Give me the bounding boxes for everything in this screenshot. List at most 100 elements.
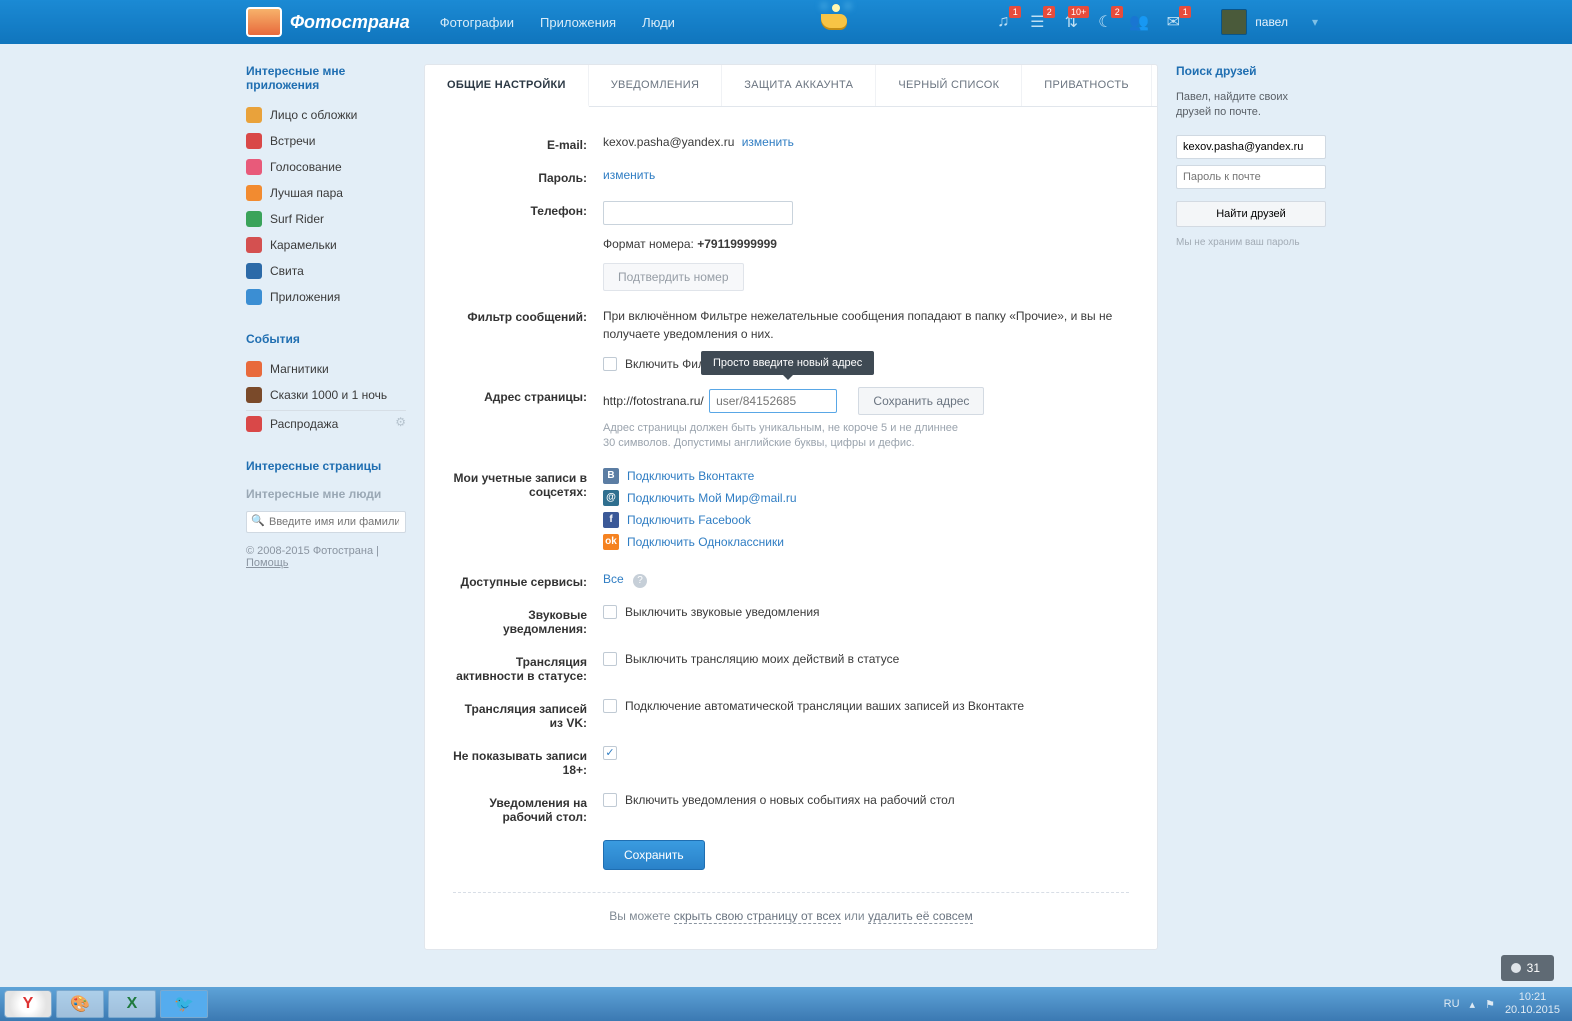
tab-security[interactable]: ЗАЩИТА АККАУНТА	[722, 65, 876, 106]
sidebar-item-cover-face[interactable]: Лицо с обложки	[246, 102, 406, 128]
vk-icon: B	[603, 468, 619, 484]
sidebar-search-input[interactable]	[246, 511, 406, 533]
sidebar-item-voting[interactable]: Голосование	[246, 154, 406, 180]
adult-label: Не показывать записи 18+:	[453, 746, 603, 777]
services-value-link[interactable]: Все	[603, 572, 624, 586]
sidebar-item-surf-rider[interactable]: Surf Rider	[246, 206, 406, 232]
bottom-actions: Вы можете скрыть свою страницу от всех и…	[453, 909, 1129, 923]
desktop-checkbox[interactable]	[603, 793, 617, 807]
sidebar-item-caramel[interactable]: Карамельки	[246, 232, 406, 258]
top-bar: Фотострана Фотографии Приложения Люди ♫1…	[0, 0, 1572, 44]
friends-email-input[interactable]	[1176, 135, 1326, 159]
sidebar-item-svita[interactable]: Свита	[246, 258, 406, 284]
phone-input[interactable]	[603, 201, 793, 225]
taskbar-paint-button[interactable]: 🎨	[56, 990, 104, 1018]
connect-mailru-link[interactable]: Подключить Мой Мир@mail.ru	[627, 491, 797, 505]
floating-counter[interactable]: 31	[1501, 955, 1554, 981]
music-badge: 1	[1009, 6, 1021, 18]
settings-card: ОБЩИЕ НАСТРОЙКИ УВЕДОМЛЕНИЯ ЗАЩИТА АККАУ…	[424, 64, 1158, 950]
friends-search-title: Поиск друзей	[1176, 64, 1326, 78]
save-address-button[interactable]: Сохранить адрес	[858, 387, 984, 415]
tray-up-icon[interactable]: ▴	[1470, 998, 1476, 1011]
help-icon[interactable]: ?	[633, 574, 647, 588]
friends-password-input[interactable]	[1176, 165, 1326, 189]
filter-checkbox[interactable]	[603, 357, 617, 371]
event-icon	[246, 361, 262, 377]
filter-description: При включённом Фильтре нежелательные соо…	[603, 307, 1129, 343]
tab-notifications[interactable]: УВЕДОМЛЕНИЯ	[589, 65, 722, 106]
tray-flag-icon[interactable]: ⚑	[1485, 998, 1495, 1011]
connect-vk-link[interactable]: Подключить Вконтакте	[627, 469, 754, 483]
sidebar-item-apps[interactable]: Приложения	[246, 284, 406, 310]
sidebar-item-meetings[interactable]: Встречи	[246, 128, 406, 154]
moon-icon[interactable]: ☾2	[1095, 12, 1115, 32]
confirm-phone-button[interactable]: Подтвердить номер	[603, 263, 744, 291]
vk-sync-checkbox[interactable]	[603, 699, 617, 713]
connect-facebook-link[interactable]: Подключить Facebook	[627, 513, 751, 527]
header-icons: ♫1 ☰2 ⇅10+ ☾2 👥 ✉1	[993, 12, 1183, 32]
url-label: Адрес страницы:	[453, 387, 603, 404]
gear-icon[interactable]: ⚙	[395, 415, 406, 429]
mail-badge: 1	[1179, 6, 1191, 18]
email-change-link[interactable]: изменить	[742, 135, 794, 149]
save-button[interactable]: Сохранить	[603, 840, 705, 870]
tab-general[interactable]: ОБЩИЕ НАСТРОЙКИ	[425, 65, 589, 107]
sidebar-event-tales[interactable]: Сказки 1000 и 1 ночь	[246, 382, 406, 411]
friends-icon[interactable]: 👥	[1129, 12, 1149, 32]
event-icon	[246, 416, 262, 432]
taskbar-excel-button[interactable]: X	[108, 990, 156, 1018]
tab-blacklist[interactable]: ЧЕРНЫЙ СПИСОК	[876, 65, 1022, 106]
connect-ok-link[interactable]: Подключить Одноклассники	[627, 535, 784, 549]
nav-apps[interactable]: Приложения	[540, 15, 616, 30]
nav-people[interactable]: Люди	[642, 15, 675, 30]
app-icon	[246, 185, 262, 201]
music-icon[interactable]: ♫1	[993, 12, 1013, 32]
updates-badge: 10+	[1068, 6, 1089, 18]
app-icon	[246, 211, 262, 227]
sidebar-event-sale[interactable]: Распродажа	[246, 411, 406, 437]
tray-lang[interactable]: RU	[1444, 998, 1460, 1010]
dot-icon	[1511, 963, 1521, 973]
sidebar-item-label: Магнитики	[270, 362, 329, 376]
help-link[interactable]: Помощь	[246, 557, 289, 569]
adult-checkbox[interactable]	[603, 746, 617, 760]
find-friends-button[interactable]: Найти друзей	[1176, 201, 1326, 227]
notes-icon[interactable]: ☰2	[1027, 12, 1047, 32]
sound-checkbox[interactable]	[603, 605, 617, 619]
status-checkbox-label: Выключить трансляцию моих действий в ста…	[625, 652, 899, 666]
taskbar-yandex-button[interactable]: Y	[4, 990, 52, 1018]
avatar	[1221, 9, 1247, 35]
chevron-down-icon: ▾	[1312, 15, 1318, 29]
app-icon	[246, 107, 262, 123]
nav-photos[interactable]: Фотографии	[440, 15, 514, 30]
sidebar-event-magnetiki[interactable]: Магнитики	[246, 356, 406, 382]
tab-privacy[interactable]: ПРИВАТНОСТЬ	[1022, 65, 1152, 106]
sidebar-item-best-pair[interactable]: Лучшая пара	[246, 180, 406, 206]
footer-note: © 2008-2015 Фотострана | Помощь	[246, 545, 406, 569]
vk-sync-label: Трансляция записей из VK:	[453, 699, 603, 730]
hide-page-link[interactable]: скрыть свою страницу от всех	[674, 909, 841, 924]
sidebar-item-label: Голосование	[270, 160, 342, 174]
mail-icon[interactable]: ✉1	[1163, 12, 1183, 32]
main-nav: Фотографии Приложения Люди	[440, 15, 675, 30]
ok-icon: ok	[603, 534, 619, 550]
right-sidebar: Поиск друзей Павел, найдите своих друзей…	[1176, 64, 1326, 950]
status-checkbox[interactable]	[603, 652, 617, 666]
page-url-input[interactable]	[709, 389, 837, 413]
password-change-link[interactable]: изменить	[603, 168, 655, 182]
user-menu[interactable]: павел ▾	[1213, 5, 1326, 39]
user-name: павел	[1255, 15, 1288, 29]
logo[interactable]: Фотострана	[246, 7, 410, 37]
delete-page-link[interactable]: удалить её совсем	[868, 909, 973, 924]
friends-search-note: Павел, найдите своих друзей по почте.	[1176, 90, 1326, 121]
sound-checkbox-label: Выключить звуковые уведомления	[625, 605, 820, 619]
url-prefix: http://fotostrana.ru/	[603, 394, 704, 408]
password-label: Пароль:	[453, 168, 603, 185]
lamp-icon[interactable]	[799, 2, 869, 42]
sidebar-item-label: Приложения	[270, 290, 340, 304]
filter-label: Фильтр сообщений:	[453, 307, 603, 324]
tray-clock[interactable]: 10:21 20.10.2015	[1505, 991, 1560, 1017]
updates-icon[interactable]: ⇅10+	[1061, 12, 1081, 32]
taskbar-twitter-button[interactable]: 🐦	[160, 990, 208, 1018]
sidebar-apps-title: Интересные мне приложения	[246, 64, 406, 92]
